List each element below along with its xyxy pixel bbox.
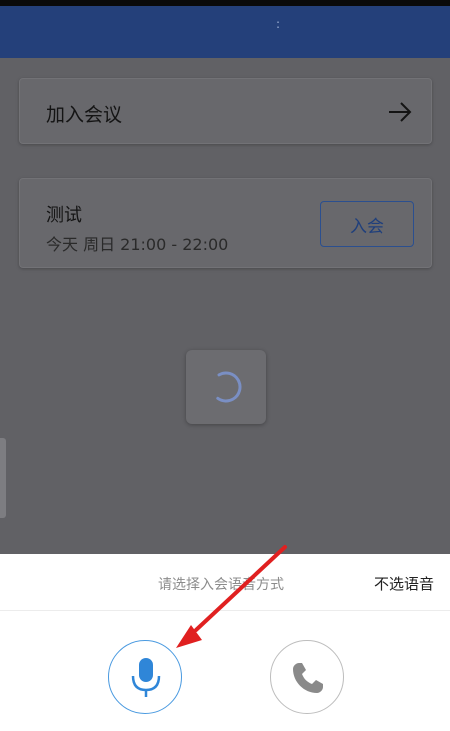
header-dots: : [276, 17, 281, 31]
meeting-title: 测试 [46, 205, 82, 226]
app-header: : [0, 6, 450, 58]
side-drawer-handle[interactable] [0, 438, 6, 518]
sheet-divider [0, 610, 450, 611]
spinner-icon [210, 371, 242, 403]
microphone-icon [131, 658, 161, 697]
meeting-card[interactable]: 测试 今天 周日 21:00 - 22:00 入会 [19, 178, 432, 268]
phone-audio-button[interactable] [270, 640, 344, 714]
main-content: 加入会议 测试 今天 周日 21:00 - 22:00 入会 [0, 58, 450, 554]
join-meeting-card[interactable]: 加入会议 [19, 78, 432, 144]
join-meeting-button[interactable]: 入会 [320, 201, 414, 247]
voice-option-sheet: 请选择入会语音方式 不选语音 [0, 554, 450, 731]
phone-icon [293, 663, 323, 693]
computer-audio-button[interactable] [108, 640, 182, 714]
loading-indicator [186, 350, 266, 424]
skip-voice-button[interactable]: 不选语音 [374, 573, 434, 594]
meeting-time: 今天 周日 21:00 - 22:00 [46, 235, 229, 254]
voice-sheet-title: 请选择入会语音方式 [158, 577, 284, 593]
arrow-right-icon [389, 102, 412, 122]
join-meeting-label: 加入会议 [46, 104, 123, 126]
